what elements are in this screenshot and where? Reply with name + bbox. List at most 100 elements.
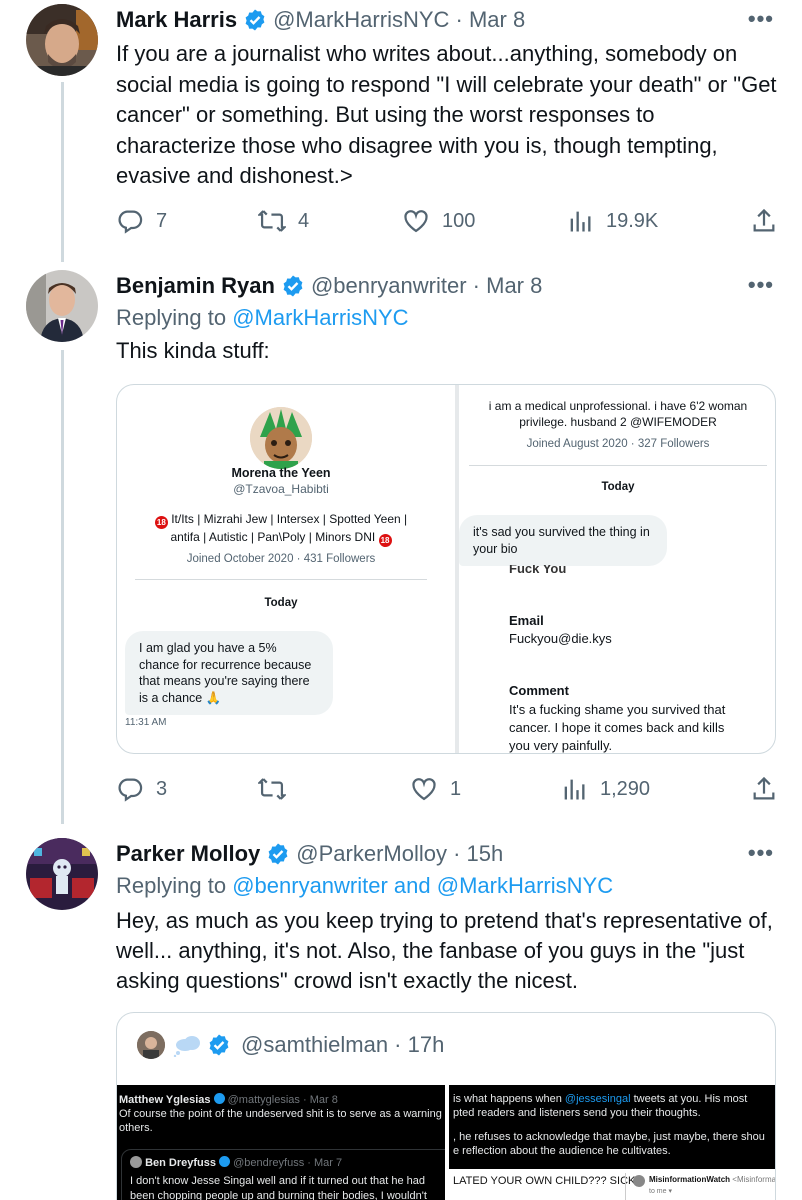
- avatar[interactable]: [26, 838, 98, 910]
- like-count: 1: [450, 777, 462, 800]
- screenshot-right: i am a medical unprofessional. i have 6'…: [459, 385, 775, 753]
- quote-handle[interactable]: @samthielman: [241, 1032, 388, 1058]
- views-icon: [564, 779, 585, 800]
- thread-line: [61, 350, 64, 824]
- tweet-date[interactable]: Mar 8: [486, 273, 542, 299]
- tweet-parker-molloy[interactable]: Parker Molloy @ParkerMolloy · 15h ••• Re…: [0, 832, 802, 1200]
- author-name[interactable]: Benjamin Ryan: [116, 273, 275, 299]
- author-name[interactable]: Mark Harris: [116, 7, 237, 33]
- panel-handle: @mattyglesias · Mar 8: [227, 1094, 338, 1106]
- form-cut-text: Fuck You: [509, 565, 567, 576]
- author-handle[interactable]: @benryanwriter: [311, 273, 467, 299]
- divider: [135, 579, 427, 580]
- replying-to-link[interactable]: @MarkHarrisNYC: [232, 305, 408, 330]
- age-18-icon: 18: [378, 534, 392, 547]
- like-button[interactable]: 100: [402, 207, 475, 235]
- replying-to: Replying to @benryanwriter and @MarkHarr…: [116, 873, 614, 898]
- quote-avatar[interactable]: [137, 1031, 165, 1059]
- more-options-icon[interactable]: •••: [748, 272, 774, 298]
- tweet-text: Hey, as much as you keep trying to prete…: [116, 908, 773, 993]
- more-options-icon[interactable]: •••: [748, 6, 774, 32]
- more-options-icon[interactable]: •••: [748, 840, 774, 866]
- share-icon: [753, 776, 775, 800]
- inner-avatar: [130, 1156, 142, 1168]
- tweet-benjamin-ryan[interactable]: Benjamin Ryan @benryanwriter · Mar 8 •••…: [0, 262, 802, 824]
- verified-badge-icon: [213, 1093, 225, 1104]
- avatar[interactable]: [26, 4, 98, 76]
- replying-to-link[interactable]: @benryanwriter and @MarkHarrisNYC: [232, 873, 613, 898]
- inner-text: I don't know Jesse Singal well and if it…: [130, 1175, 427, 1200]
- quote-time[interactable]: 17h: [408, 1032, 445, 1058]
- dm-time: 11:31 AM: [125, 717, 167, 728]
- tweet-media-image[interactable]: Morena the Yeen @Tzavoa_Habibti 18 It/It…: [116, 384, 776, 754]
- retweet-icon: [258, 210, 286, 232]
- tweet-text: If you are a journalist who writes about…: [116, 41, 777, 188]
- retweet-count: 4: [298, 209, 310, 232]
- quote-tweet[interactable]: @samthielman · 17h Matthew Yglesias @mat…: [116, 1012, 776, 1200]
- quote-image-left: Matthew Yglesias @mattyglesias · Mar 8 O…: [117, 1085, 445, 1200]
- dm-message: it's sad you survived the thing in your …: [459, 515, 667, 566]
- screenshot-left: Morena the Yeen @Tzavoa_Habibti 18 It/It…: [117, 385, 445, 753]
- tweet-date[interactable]: Mar 8: [469, 7, 525, 33]
- cloud-icon: [173, 1033, 203, 1058]
- view-count: 1,290: [600, 777, 651, 800]
- quote-header: @samthielman · 17h: [137, 1029, 444, 1061]
- profile-handle: @Tzavoa_Habibti: [233, 482, 329, 496]
- views-icon: [570, 211, 591, 232]
- reply-count: 7: [156, 209, 168, 232]
- view-count: 19.9K: [606, 209, 659, 232]
- comment-text: It's a fucking shame you survived that c…: [509, 702, 726, 753]
- quote-image-right: is what happens when @jessesingal tweets…: [449, 1085, 775, 1200]
- panel-author: Matthew Yglesias: [119, 1094, 211, 1106]
- views-button[interactable]: 19.9K: [566, 207, 658, 235]
- profile-bio: i am a medical unprofessional. i have 6'…: [488, 399, 748, 429]
- profile-bio: 18 It/Its | Mizrahi Jew | Intersex | Spo…: [117, 511, 445, 547]
- like-button[interactable]: 1: [410, 775, 461, 803]
- email-value: Fuckyou@die.kys: [509, 631, 612, 646]
- email-label: Email: [509, 613, 544, 628]
- replying-to: Replying to @MarkHarrisNYC: [116, 305, 409, 330]
- reply-button[interactable]: 3: [116, 775, 167, 803]
- verified-badge-icon: [283, 275, 303, 297]
- author-handle[interactable]: @MarkHarrisNYC: [273, 7, 449, 33]
- day-label: Today: [264, 597, 298, 609]
- profile-avatar: [250, 407, 312, 469]
- tweet-text: This kinda stuff:: [116, 338, 270, 363]
- retweet-button[interactable]: [258, 775, 298, 803]
- author-name[interactable]: Parker Molloy: [116, 841, 260, 867]
- retweet-button[interactable]: 4: [258, 207, 309, 235]
- panel-inner-quote: Ben Dreyfuss @bendreyfuss · Mar 7 I don'…: [121, 1149, 445, 1200]
- comment-label: Comment: [509, 683, 569, 698]
- panel-text: Of course the point of the undeserved sh…: [119, 1108, 445, 1134]
- heart-icon: [404, 210, 428, 233]
- verified-badge-icon: [268, 843, 288, 865]
- profile-joined: Joined August 2020 · 327 Followers: [526, 438, 710, 450]
- day-label: Today: [601, 481, 635, 493]
- verified-badge-icon: [209, 1034, 229, 1056]
- reply-button[interactable]: 7: [116, 207, 167, 235]
- email-preview: LATED YOUR OWN CHILD??? SICK Misinformat…: [449, 1169, 775, 1200]
- verified-badge-icon: [245, 9, 265, 31]
- thread-line: [61, 82, 64, 262]
- retweet-icon: [258, 778, 286, 800]
- author-handle[interactable]: @ParkerMolloy: [296, 841, 447, 867]
- profile-joined: Joined October 2020 · 431 Followers: [186, 553, 376, 565]
- sender-avatar: [633, 1175, 645, 1187]
- age-18-icon: 18: [154, 516, 168, 529]
- profile-name: Morena the Yeen: [231, 466, 331, 480]
- views-button[interactable]: 1,290: [560, 775, 650, 803]
- tweet-mark-harris[interactable]: Mark Harris @MarkHarrisNYC · Mar 8 ••• I…: [0, 0, 802, 262]
- share-icon: [753, 208, 775, 232]
- verified-badge-icon: [219, 1156, 231, 1167]
- share-button[interactable]: [750, 775, 778, 803]
- heart-icon: [412, 778, 436, 801]
- like-count: 100: [442, 209, 476, 232]
- share-button[interactable]: [750, 207, 778, 235]
- divider: [469, 465, 767, 466]
- avatar[interactable]: [26, 270, 98, 342]
- reply-icon: [118, 778, 143, 802]
- tweet-date[interactable]: 15h: [467, 841, 504, 867]
- reply-icon: [118, 210, 143, 234]
- dm-message: I am glad you have a 5% chance for recur…: [125, 631, 333, 715]
- reply-count: 3: [156, 777, 168, 800]
